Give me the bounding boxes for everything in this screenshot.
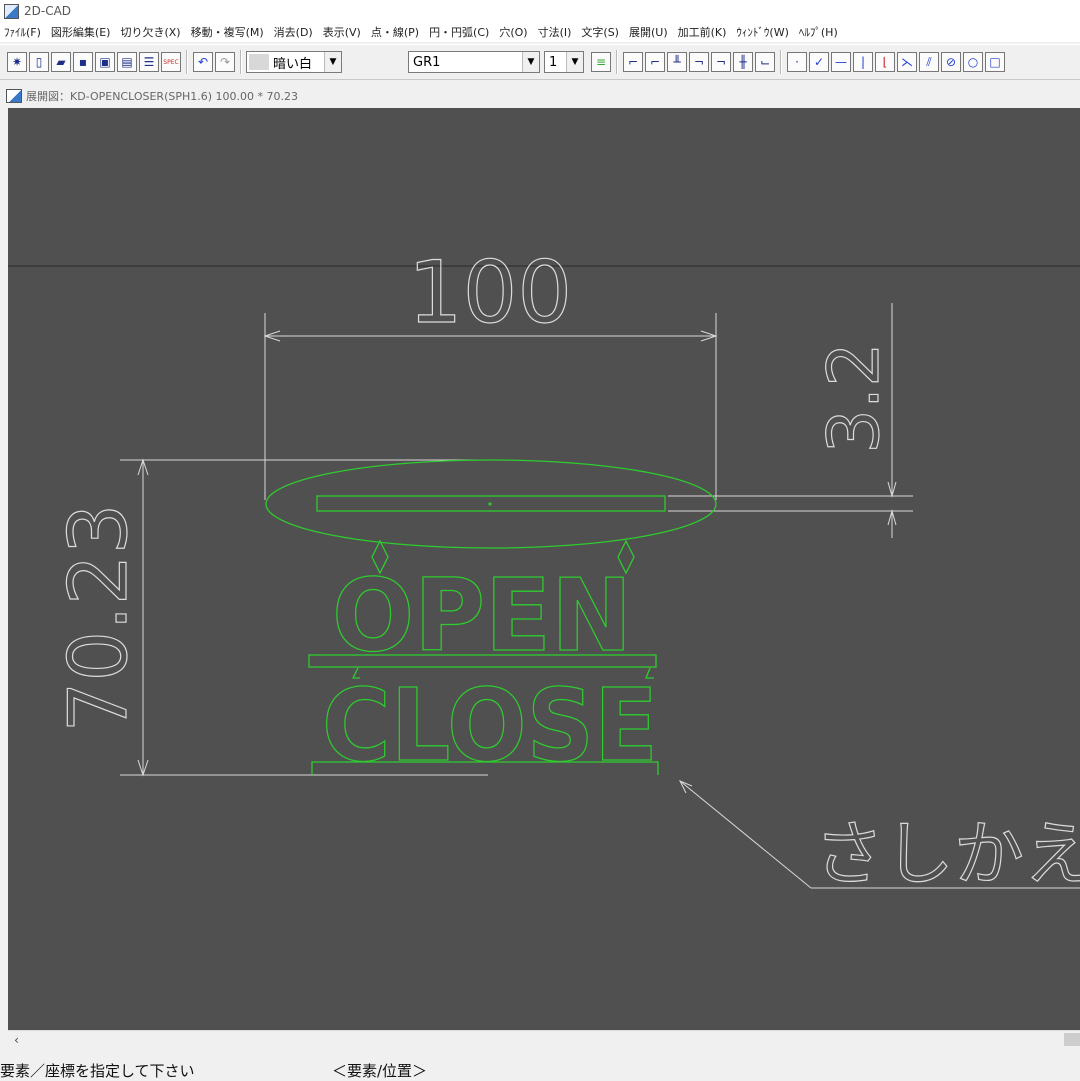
horizontal-line-icon[interactable]: — <box>831 52 851 72</box>
toolbar-separator <box>186 50 188 74</box>
scroll-left-icon[interactable]: ‹ <box>8 1031 25 1048</box>
menu-move-copy[interactable]: 移動・複写(M) <box>187 24 270 40</box>
menu-notch[interactable]: 切り欠き(X) <box>116 24 186 40</box>
linetype-select[interactable]: 1 ▼ <box>544 51 584 73</box>
angle-line-icon[interactable]: ⋋ <box>897 52 917 72</box>
status-bar: 要素／座標を指定して下さい ＜要素/位置＞ <box>0 1058 1080 1080</box>
linetype-select-label: 1 <box>549 54 558 70</box>
drawing-svg[interactable]: 100 70.23 3.2 OPEN CLOSE さしかえ <box>8 108 1080 1030</box>
save-as-icon[interactable]: ▣ <box>95 52 115 72</box>
toolbar-separator <box>240 50 242 74</box>
thickness-dimension-label: 3.2 <box>813 342 895 453</box>
status-prompt: 要素／座標を指定して下さい <box>0 1062 195 1080</box>
color-swatch <box>249 54 269 70</box>
menu-circle-arc[interactable]: 円・円弧(C) <box>425 24 495 40</box>
save-icon[interactable]: ▪ <box>73 52 93 72</box>
menu-erase[interactable]: 消去(D) <box>270 24 319 40</box>
spec-icon[interactable]: SPEC <box>161 52 181 72</box>
rectangle-icon[interactable]: □ <box>985 52 1005 72</box>
layers-icon[interactable]: ≡ <box>591 52 611 72</box>
chevron-down-icon[interactable]: ▼ <box>566 52 583 72</box>
align-bottom-right-icon[interactable]: ¬ <box>689 52 709 72</box>
parallel-line-icon[interactable]: ⫽ <box>919 52 939 72</box>
menu-unfold[interactable]: 展開(U) <box>625 24 674 40</box>
toolbar: ✷ ▯ ▰ ▪ ▣ ▤ ☰ SPEC ↶ ↷ 暗い白 ▼ GR1 ▼ 1 ▼ ≡… <box>0 44 1080 80</box>
point-icon[interactable]: · <box>787 52 807 72</box>
menu-dimension[interactable]: 寸法(I) <box>534 24 578 40</box>
new-sparkle-icon[interactable]: ✷ <box>7 52 27 72</box>
new-document-icon[interactable]: ▯ <box>29 52 49 72</box>
print-icon[interactable]: ▤ <box>117 52 137 72</box>
menu-window[interactable]: ｳｨﾝﾄﾞｳ(W) <box>732 24 794 40</box>
align-middle-icon[interactable]: ╫ <box>733 52 753 72</box>
chevron-down-icon[interactable]: ▼ <box>522 52 539 72</box>
drawing-canvas[interactable]: 100 70.23 3.2 OPEN CLOSE さしかえ <box>8 108 1080 1030</box>
scroll-thumb[interactable] <box>1064 1033 1080 1046</box>
center-point <box>488 502 492 506</box>
menu-view[interactable]: 表示(V) <box>319 24 367 40</box>
polyline-icon[interactable]: ✓ <box>809 52 829 72</box>
align-top-right-icon[interactable]: ¬ <box>711 52 731 72</box>
sign-open-text: OPEN <box>332 557 632 674</box>
rectangle-corner-icon[interactable]: ⌊ <box>875 52 895 72</box>
width-dimension-label: 100 <box>408 243 572 343</box>
app-icon <box>4 3 19 19</box>
menu-text[interactable]: 文字(S) <box>577 24 625 40</box>
align-corner-icon[interactable]: ⌙ <box>755 52 775 72</box>
toolbar-separator <box>780 50 782 74</box>
circle-icon[interactable]: ○ <box>963 52 983 72</box>
title-bar: 2D-CAD <box>0 0 1080 22</box>
document-icon <box>6 89 22 103</box>
open-folder-icon[interactable]: ▰ <box>51 52 71 72</box>
undo-icon[interactable]: ↶ <box>193 52 213 72</box>
list-icon[interactable]: ☰ <box>139 52 159 72</box>
toolbar-separator <box>616 50 618 74</box>
note-text: さしかえて使 <box>814 813 1080 895</box>
horizontal-scrollbar[interactable]: ‹ <box>8 1030 1080 1048</box>
app-title: 2D-CAD <box>24 4 72 18</box>
vertical-line-icon[interactable]: | <box>853 52 873 72</box>
menu-help[interactable]: ﾍﾙﾌﾟ(H) <box>795 24 844 40</box>
menu-file[interactable]: ﾌｧｲﾙ(F) <box>0 24 47 40</box>
menu-shape-edit[interactable]: 図形編集(E) <box>47 24 117 40</box>
menu-bar: ﾌｧｲﾙ(F) 図形編集(E) 切り欠き(X) 移動・複写(M) 消去(D) 表… <box>0 22 1080 42</box>
color-select-label: 暗い白 <box>273 56 313 72</box>
align-center-icon[interactable]: ╨ <box>667 52 687 72</box>
status-mode: ＜要素/位置＞ <box>332 1062 428 1080</box>
sign-close-text: CLOSE <box>322 667 658 784</box>
menu-preprocess[interactable]: 加工前(K) <box>674 24 733 40</box>
layer-select-label: GR1 <box>413 54 441 70</box>
menu-hole[interactable]: 穴(O) <box>495 24 533 40</box>
tangent-line-icon[interactable]: ⊘ <box>941 52 961 72</box>
document-title: 展開図：KD-OPENCLOSER(SPH1.6) 100.00 * 70.23 <box>26 90 299 103</box>
menu-point-line[interactable]: 点・線(P) <box>367 24 425 40</box>
height-dimension-label: 70.23 <box>52 503 145 732</box>
color-select[interactable]: 暗い白 ▼ <box>246 51 342 73</box>
chevron-down-icon[interactable]: ▼ <box>324 52 341 72</box>
document-title-bar: 展開図：KD-OPENCLOSER(SPH1.6) 100.00 * 70.23 <box>0 84 1080 108</box>
layer-select[interactable]: GR1 ▼ <box>408 51 540 73</box>
align-top-left-icon[interactable]: ⌐ <box>645 52 665 72</box>
redo-icon[interactable]: ↷ <box>215 52 235 72</box>
align-bottom-left-icon[interactable]: ⌐ <box>623 52 643 72</box>
